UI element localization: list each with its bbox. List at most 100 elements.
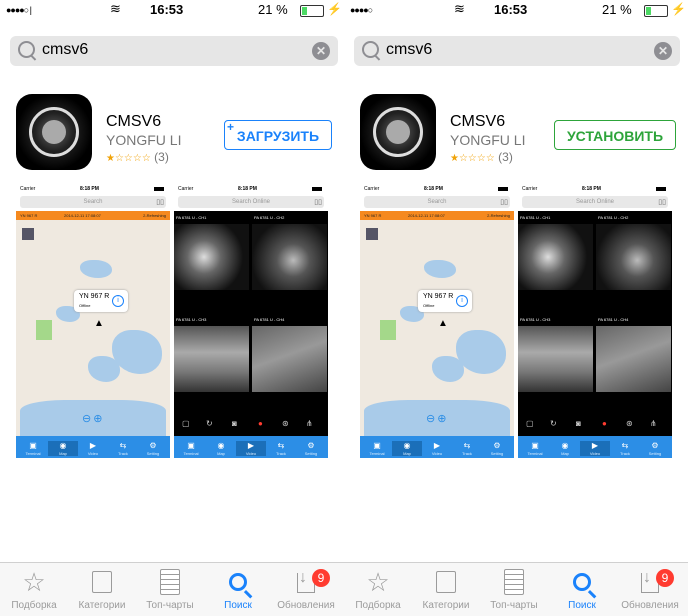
tab-search[interactable]: Поиск [548, 567, 616, 611]
camera-view: PA 6781 U - CH2 [252, 214, 327, 316]
rating-stars-icon: ★☆☆☆☆ [450, 153, 495, 164]
battery-percent: 21 % [258, 2, 288, 17]
star-icon: ☆ [366, 567, 390, 597]
camera-view: PA 6781 U - CH2 [596, 214, 671, 316]
popup-status: Offline [79, 303, 91, 308]
book-icon: ▯▯ [500, 199, 508, 206]
screenshot-video[interactable]: Carrier 8:18 PM Search Online ▯▯ PA 6781 … [518, 184, 672, 458]
bar-refresh: 2-Refreshing [487, 213, 510, 218]
updates-badge: 9 [312, 569, 330, 587]
tab-featured[interactable]: ☆ Подборка [0, 567, 68, 611]
app-store-panel-left: ●●●●○ | ≋ 16:53 21 % ⚡ cmsv6 ✕ CMSV6 YON… [0, 0, 344, 616]
search-bar[interactable]: cmsv6 ✕ [10, 36, 338, 66]
rating-stars-icon: ★☆☆☆☆ [106, 153, 151, 164]
tab-updates[interactable]: 9 Обновления [272, 563, 340, 611]
app-icon[interactable] [16, 94, 92, 170]
bar-timestamp: 2014-12-11 17:08:07 [408, 213, 445, 218]
shot-time: 8:18 PM [582, 186, 601, 192]
top-charts-icon [160, 569, 180, 595]
shot-time: 8:18 PM [80, 186, 99, 192]
tab-categories[interactable]: Категории [412, 567, 480, 611]
shot-carrier: Carrier [364, 186, 380, 192]
vehicle-popup: YN 967 R Offline i [74, 290, 128, 312]
popup-name: YN 967 R [423, 293, 454, 300]
vehicle-popup: YN 967 R Offline i [418, 290, 472, 312]
search-icon [362, 41, 379, 58]
tab-categories[interactable]: Категории [68, 567, 136, 611]
battery-icon [644, 5, 668, 17]
status-time: 16:53 [150, 2, 184, 17]
info-icon: i [456, 295, 468, 307]
camera-view: PA 6781 U - CH4 [252, 316, 327, 418]
camera-view: PA 6781 U - CH1 [174, 214, 249, 316]
get-button-label: ЗАГРУЗИТЬ [236, 128, 320, 144]
shot-tabbar: ▣ Terminal ◉ Map ▶ Video ⇆ Track ⚙ Setting [16, 436, 170, 458]
tab-bar: ☆ Подборка Категории Топ-чарты Поиск 9 О… [0, 562, 344, 616]
app-rating: ★☆☆☆☆ (3) [106, 150, 169, 164]
status-bar: ●●●●○ | ≋ 16:53 21 % ⚡ [0, 0, 344, 20]
shot-search: Search Online [178, 196, 324, 208]
clear-icon[interactable]: ✕ [654, 42, 672, 60]
battery-percent: 21 % [602, 2, 632, 17]
app-rating: ★☆☆☆☆ (3) [450, 150, 513, 164]
tab-featured[interactable]: ☆ Подборка [344, 567, 412, 611]
rating-count: (3) [498, 150, 513, 164]
shot-time: 8:18 PM [238, 186, 257, 192]
shot-carrier: Carrier [20, 186, 36, 192]
search-icon [573, 573, 591, 591]
app-developer: YONGFU LI [106, 132, 182, 148]
categories-icon [436, 571, 456, 593]
top-charts-icon [504, 569, 524, 595]
shot-tabbar: ▣ Terminal ◉ Map ▶ Video ⇆ Track ⚙ Setting [518, 436, 672, 458]
star-icon: ☆ [22, 567, 46, 597]
screenshot-map[interactable]: Carrier 8:18 PM Search ▯▯ YN 967 R 2014-1… [16, 184, 170, 458]
book-icon: ▯▯ [156, 199, 164, 206]
vehicle-thumbnail [22, 228, 34, 240]
camera-view: PA 6781 U - CH1 [518, 214, 593, 316]
search-bar[interactable]: cmsv6 ✕ [354, 36, 680, 66]
search-icon [18, 41, 35, 58]
search-input[interactable]: cmsv6 [386, 41, 432, 59]
app-store-panel-right: ●●●●○ ≋ 16:53 21 % ⚡ cmsv6 ✕ CMSV6 YONGF… [344, 0, 688, 616]
signal-icon: ●●●●○ [350, 5, 373, 15]
tab-top-charts[interactable]: Топ-чарты [136, 567, 204, 611]
shot-tabbar: ▣ Terminal ◉ Map ▶ Video ⇆ Track ⚙ Setting [174, 436, 328, 458]
charging-icon: ⚡ [327, 2, 342, 16]
app-name[interactable]: CMSV6 [450, 113, 505, 131]
vehicle-pin-icon: ▲ [94, 318, 104, 329]
arrow-nav-icon: ⊖⊕ [82, 413, 105, 425]
updates-badge: 9 [656, 569, 674, 587]
shot-carrier: Carrier [178, 186, 194, 192]
screenshot-map[interactable]: Carrier 8:18 PM Search ▯▯ YN 967 R 2014-1… [360, 184, 514, 458]
popup-name: YN 967 R [79, 293, 110, 300]
camera-view: PA 6781 U - CH3 [174, 316, 249, 418]
status-time: 16:53 [494, 2, 528, 17]
book-icon: ▯▯ [314, 199, 322, 206]
shot-tabbar: ▣ Terminal ◉ Map ▶ Video ⇆ Track ⚙ Setting [360, 436, 514, 458]
tab-top-charts[interactable]: Топ-чарты [480, 567, 548, 611]
vehicle-status-bar: YN 967 R 2014-12-11 17:08:07 2-Refreshin… [360, 211, 514, 220]
get-button[interactable]: + ЗАГРУЗИТЬ [224, 120, 332, 150]
wifi-icon: ≋ [110, 1, 121, 16]
bar-refresh: 2-Refreshing [143, 213, 166, 218]
screenshot-video[interactable]: Carrier 8:18 PM Search Online ▯▯ PA 6781 … [174, 184, 328, 458]
tab-bar: ☆ Подборка Категории Топ-чарты Поиск 9 О… [344, 562, 688, 616]
install-button[interactable]: УСТАНОВИТЬ [554, 120, 676, 150]
categories-icon [92, 571, 112, 593]
shot-search: Search Online [522, 196, 668, 208]
arrow-nav-icon: ⊖⊕ [426, 413, 449, 425]
tab-updates[interactable]: 9 Обновления [616, 563, 684, 611]
signal-icon: ●●●●○ | [6, 5, 32, 15]
clear-icon[interactable]: ✕ [312, 42, 330, 60]
app-name[interactable]: CMSV6 [106, 113, 161, 131]
map-area [16, 220, 170, 436]
bar-vehicle: YN 967 R [364, 213, 382, 218]
tab-search[interactable]: Поиск [204, 567, 272, 611]
video-controls: ▢ ↻ ◙ ● ⊛ ⋔ [518, 416, 672, 432]
bar-timestamp: 2014-12-11 17:08:07 [64, 213, 101, 218]
status-bar: ●●●●○ ≋ 16:53 21 % ⚡ [344, 0, 688, 20]
app-icon[interactable] [360, 94, 436, 170]
rating-count: (3) [154, 150, 169, 164]
search-input[interactable]: cmsv6 [42, 41, 88, 59]
info-icon: i [112, 295, 124, 307]
